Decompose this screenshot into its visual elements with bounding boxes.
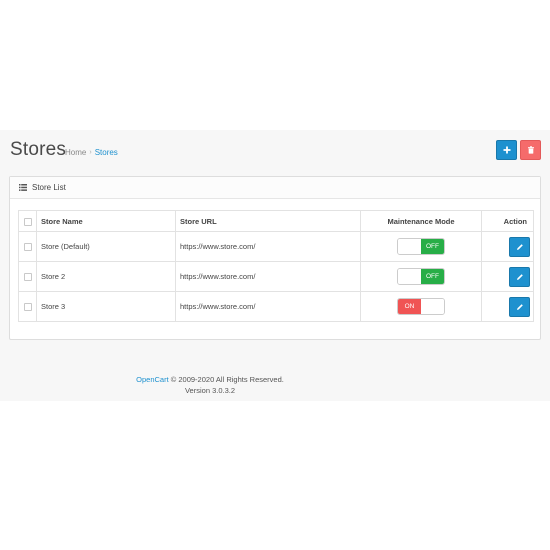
row-checkbox[interactable] (23, 303, 32, 311)
pencil-icon (516, 273, 523, 280)
row-select-cell (18, 291, 37, 322)
maintenance-mode-cell: OFF (360, 261, 482, 292)
pencil-icon (516, 243, 523, 250)
column-header-action: Action (481, 210, 534, 232)
column-header-store-url[interactable]: Store URL (175, 210, 361, 232)
store-name-default-tag: (Default) (61, 242, 90, 251)
pencil-icon (516, 303, 523, 310)
row-checkbox[interactable] (23, 273, 32, 281)
maintenance-mode-cell: ON (360, 291, 482, 322)
maintenance-mode-cell: OFF (360, 231, 482, 262)
store-list-panel: Store List Store Name Store URL Maintena… (9, 176, 541, 340)
footer-copyright-line: OpenCart © 2009-2020 All Rights Reserved… (0, 374, 420, 385)
breadcrumb-stores-link[interactable]: Stores (95, 148, 118, 157)
select-all-cell (18, 210, 37, 232)
store-name-cell: Store 3 (36, 291, 176, 322)
trash-icon (527, 146, 534, 154)
row-checkbox[interactable] (23, 243, 32, 251)
table-header-row: Store Name Store URL Maintenance Mode Ac… (18, 210, 534, 232)
row-select-cell (18, 231, 37, 262)
edit-store-button[interactable] (509, 236, 530, 257)
maintenance-toggle[interactable]: OFF (397, 268, 445, 285)
list-icon (19, 184, 27, 191)
edit-store-button[interactable] (509, 266, 530, 287)
page-title: Stores (10, 139, 67, 160)
panel-title: Store List (32, 183, 66, 192)
column-header-store-name[interactable]: Store Name (36, 210, 176, 232)
page-header: Stores Home › Stores (0, 130, 550, 170)
select-all-checkbox[interactable] (23, 217, 32, 226)
toggle-state-label: ON (398, 299, 421, 314)
copyright-text: © 2009-2020 All Rights Reserved. (170, 375, 284, 384)
maintenance-toggle[interactable]: OFF (397, 238, 445, 255)
column-header-maintenance-mode: Maintenance Mode (360, 210, 482, 232)
breadcrumb-home-link[interactable]: Home (65, 148, 86, 157)
edit-store-button[interactable] (509, 296, 530, 317)
maintenance-toggle[interactable]: ON (397, 298, 445, 315)
version-text: Version 3.0.3.2 (184, 386, 236, 395)
store-table: Store Name Store URL Maintenance Mode Ac… (18, 210, 534, 322)
admin-page: Stores Home › Stores Store List Store Na… (0, 130, 550, 401)
table-row: Store (Default) https://www.store.com/ O… (18, 231, 534, 262)
store-name: Store 2 (41, 272, 66, 281)
action-cell (481, 231, 534, 262)
action-cell (481, 291, 534, 322)
store-name: Store 3 (41, 302, 66, 311)
toggle-state-label: OFF (421, 269, 444, 284)
table-row: Store 3 https://www.store.com/ ON (18, 291, 534, 322)
plus-icon (503, 146, 510, 154)
store-url-cell: https://www.store.com/ (175, 291, 361, 322)
panel-body: Store Name Store URL Maintenance Mode Ac… (18, 210, 534, 322)
store-name-cell: Store (Default) (36, 231, 176, 262)
store-url-cell: https://www.store.com/ (175, 261, 361, 292)
store-url-cell: https://www.store.com/ (175, 231, 361, 262)
breadcrumb: Home › Stores (65, 148, 118, 157)
delete-store-button[interactable] (520, 140, 541, 160)
store-name: Store (41, 242, 62, 251)
breadcrumb-separator: › (89, 149, 92, 156)
opencart-link[interactable]: OpenCart (136, 375, 169, 384)
panel-heading: Store List (10, 177, 540, 199)
store-name-cell: Store 2 (36, 261, 176, 292)
toggle-state-label: OFF (421, 239, 444, 254)
add-store-button[interactable] (496, 140, 517, 160)
row-select-cell (18, 261, 37, 292)
table-row: Store 2 https://www.store.com/ OFF (18, 261, 534, 292)
footer: OpenCart © 2009-2020 All Rights Reserved… (0, 374, 420, 396)
action-cell (481, 261, 534, 292)
